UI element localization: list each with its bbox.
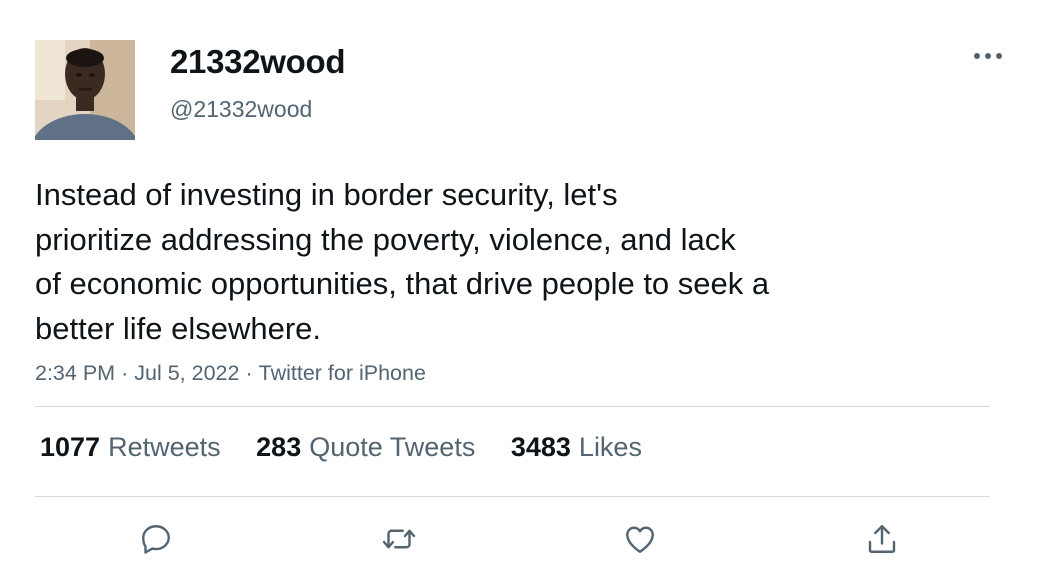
tweet-text-line: prioritize addressing the poverty, viole…	[35, 221, 736, 257]
reply-button[interactable]	[136, 519, 176, 559]
retweets-label: Retweets	[108, 432, 221, 462]
retweets-stat[interactable]: 1077 Retweets	[40, 432, 221, 463]
display-name[interactable]: 21332wood	[170, 43, 346, 81]
quote-tweets-count: 283	[256, 432, 302, 462]
tweet-text-line: better life elsewhere.	[35, 310, 322, 346]
quote-tweets-label: Quote Tweets	[309, 432, 476, 462]
retweets-count: 1077	[40, 432, 101, 462]
tweet-date[interactable]: Jul 5, 2022	[134, 361, 239, 385]
meta-separator: ·	[245, 361, 253, 385]
share-icon	[868, 525, 896, 553]
tweet-stats: 1077 Retweets 283 Quote Tweets 3483 Likes	[40, 432, 670, 463]
tweet-meta: 2:34 PM · Jul 5, 2022 · Twitter for iPhone	[35, 361, 426, 386]
avatar[interactable]	[35, 40, 135, 140]
tweet-text: Instead of investing in border security,…	[35, 173, 915, 351]
share-button[interactable]	[862, 519, 902, 559]
retweet-button[interactable]	[379, 519, 419, 559]
quote-tweets-stat[interactable]: 283 Quote Tweets	[256, 432, 475, 463]
heart-icon	[626, 526, 654, 553]
divider	[35, 406, 990, 407]
more-horizontal-icon	[974, 53, 1002, 59]
tweet-text-line: Instead of investing in border security,…	[35, 177, 618, 212]
likes-stat[interactable]: 3483 Likes	[511, 432, 642, 463]
reply-icon	[142, 525, 170, 554]
avatar-photo	[35, 40, 135, 140]
tweet-text-line: of economic opportunities, that drive pe…	[35, 266, 770, 301]
likes-count: 3483	[510, 432, 571, 462]
divider	[35, 496, 990, 497]
tweet-source[interactable]: Twitter for iPhone	[259, 361, 426, 385]
likes-label: Likes	[578, 432, 642, 462]
more-options-button[interactable]	[970, 42, 1006, 70]
retweet-icon	[382, 529, 416, 549]
like-button[interactable]	[620, 519, 660, 559]
user-handle[interactable]: @21332wood	[170, 96, 312, 123]
meta-separator: ·	[121, 361, 129, 385]
tweet-time[interactable]: 2:34 PM	[35, 361, 115, 385]
